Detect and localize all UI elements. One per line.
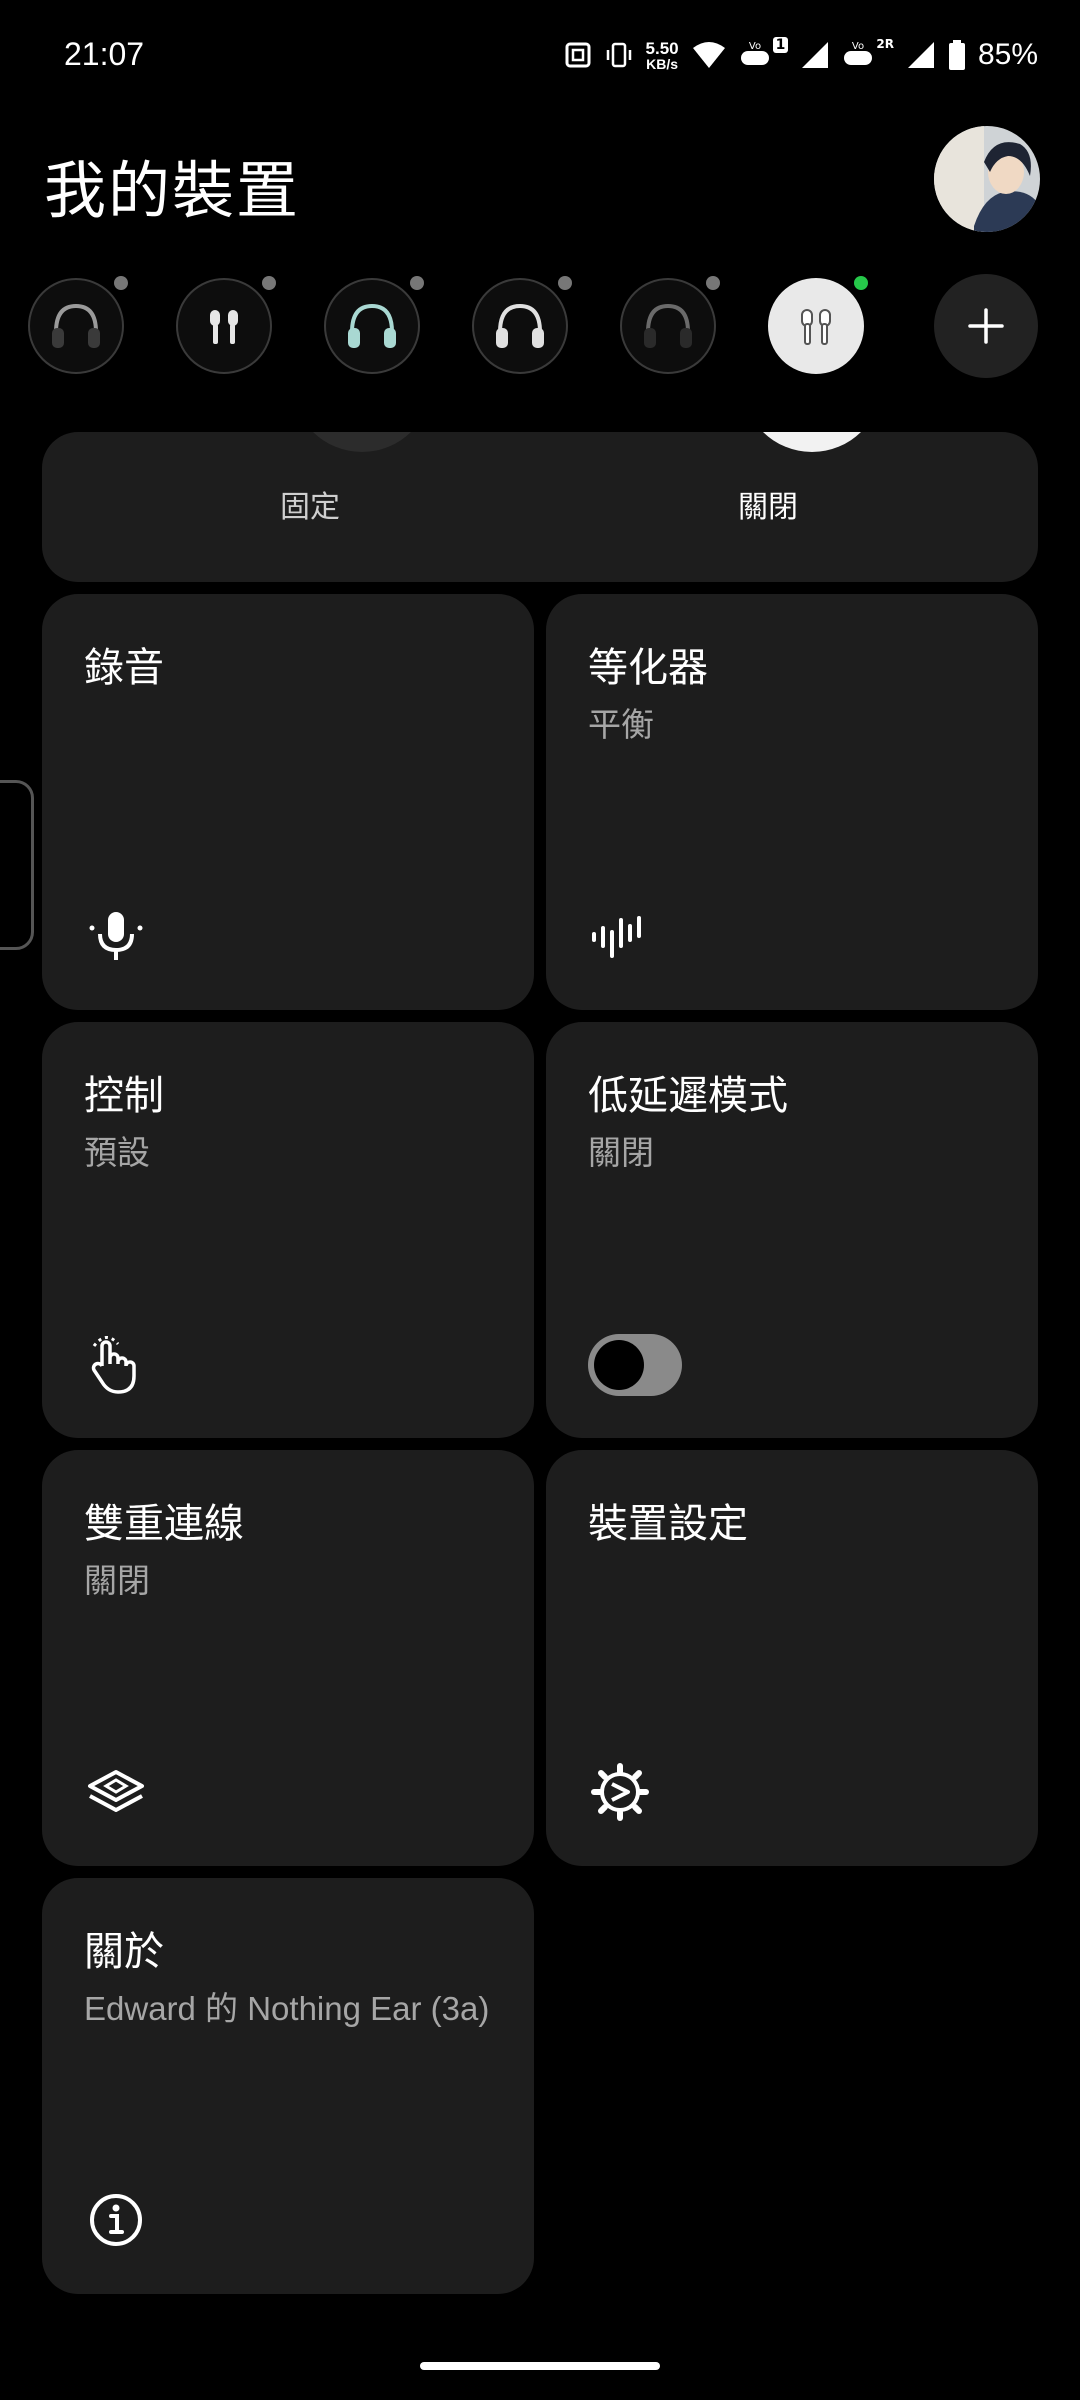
headphones-icon [52,303,100,348]
tile-subtitle: 平衡 [588,706,654,743]
device-earbuds-1[interactable] [176,276,276,374]
anc-option-fixed-label: 固定 [280,490,340,525]
battery-icon [948,40,965,70]
tile-dual-connection[interactable]: 雙重連線 關閉 [42,1450,534,1866]
tile-subtitle: 關閉 [588,1134,654,1171]
wifi-icon [692,42,725,68]
device-headphones-3[interactable] [472,276,572,374]
tile-title: 錄音 [84,645,164,691]
battery-percent: 85% [977,38,1038,71]
device-headphones-2[interactable] [324,276,424,374]
tile-subtitle: 預設 [84,1134,150,1171]
tile-subtitle: Edward 的 Nothing Ear (3a) [84,1990,490,2027]
microphone-icon [89,912,143,960]
volte-icon: Vo [740,41,769,65]
volte-icon-2: Vo [844,41,873,65]
device-status-dot [114,276,128,290]
plus-icon [968,308,1004,344]
tile-about[interactable]: 關於 Edward 的 Nothing Ear (3a) [42,1878,534,2294]
tile-title: 裝置設定 [588,1501,748,1547]
page-title: 我的裝置 [44,154,301,227]
headphones-dark-icon [644,303,692,348]
network-speed-value: 5.50 [645,38,679,58]
device-earbuds-selected[interactable] [768,276,868,374]
home-indicator[interactable] [420,2362,660,2370]
anc-mode-card: 固定 關閉 [42,432,1038,582]
device-status-dot [706,276,720,290]
tile-title: 等化器 [588,645,708,691]
device-status-dot [410,276,424,290]
status-bar: 21:07 5.50 KB/s Vo 1 Vo 2R 85% [0,0,1080,110]
tile-controls[interactable]: 控制 預設 [42,1022,534,1438]
tile-recording[interactable]: 錄音 [42,594,534,1010]
anc-option-off-button[interactable] [742,432,882,452]
device-status-dot [262,276,276,290]
tile-device-settings[interactable]: 裝置設定 [546,1450,1038,1866]
tile-subtitle: 關閉 [84,1562,150,1599]
earbuds-icon [210,310,238,344]
nfc-icon [565,42,591,68]
signal-icon [802,42,829,68]
device-connected-dot [854,276,868,290]
network-speed-unit: KB/s [646,55,679,72]
anc-option-off-label: 關閉 [738,490,798,525]
tile-title: 低延遲模式 [588,1073,788,1119]
tile-title: 關於 [84,1929,164,1975]
layers-icon [88,1770,144,1812]
gear-icon [591,1763,649,1821]
info-icon [90,2194,142,2246]
avatar-image [934,126,1040,232]
network-speed: 5.50 KB/s [646,40,679,71]
waveform-icon [592,916,641,958]
tile-title: 雙重連線 [84,1501,244,1547]
signal-icon-2 [907,42,934,68]
device-headphones-4[interactable] [620,276,720,374]
tap-gesture-icon [91,1336,136,1394]
status-time: 21:07 [64,36,145,72]
low-latency-toggle[interactable] [588,1334,682,1396]
tile-low-latency[interactable]: 低延遲模式 關閉 [546,1022,1038,1438]
svg-text:Vo: Vo [749,41,761,52]
tile-title: 控制 [84,1073,164,1119]
vibrate-icon [606,42,631,68]
tile-equalizer[interactable]: 等化器 平衡 [546,594,1038,1010]
sim2-badge: 2R [876,37,894,51]
device-headphones-1[interactable] [28,276,128,374]
edge-panel-handle[interactable] [0,780,34,950]
headphones-white-icon [496,303,544,348]
avatar[interactable] [934,126,1040,232]
anc-option-fixed-button[interactable] [292,432,432,452]
headphones-mint-icon [348,303,396,348]
toggle-knob [594,1340,644,1390]
status-icons: 5.50 KB/s Vo 1 Vo 2R 85% [564,30,1038,80]
device-status-dot [558,276,572,290]
svg-text:Vo: Vo [852,41,864,52]
device-selector [0,274,1080,388]
earbuds-icon [801,309,831,345]
sim1-badge: 1 [772,37,789,53]
add-device-button[interactable] [934,274,1038,378]
